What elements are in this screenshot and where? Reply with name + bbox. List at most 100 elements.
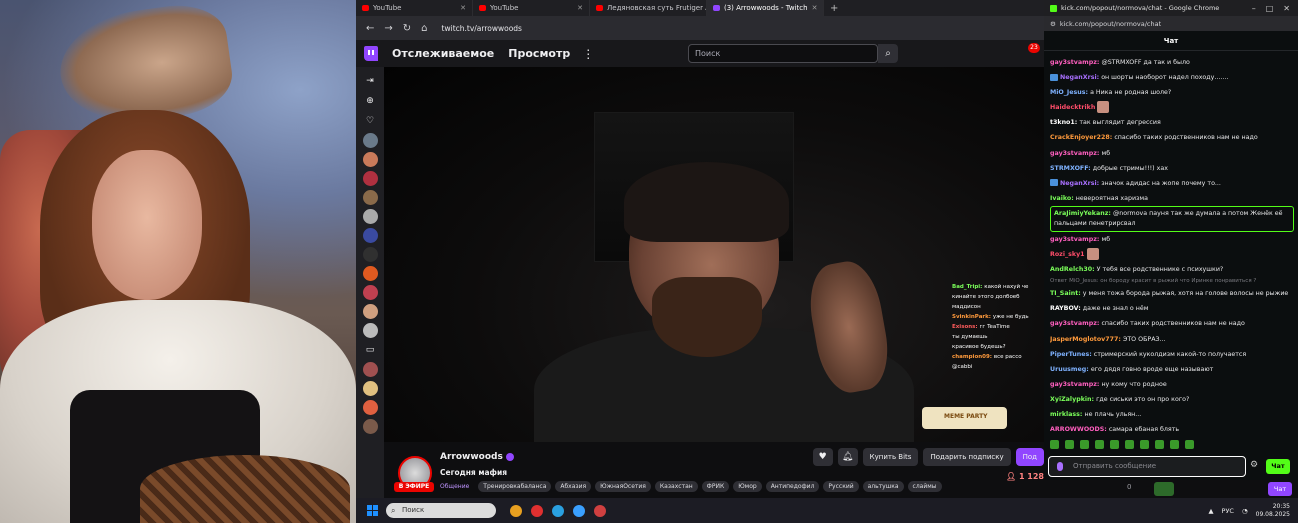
gear-icon[interactable]: ⚙︎ [1250,460,1258,470]
sidebar-channel-avatar[interactable] [362,362,378,377]
video-player[interactable]: Bad_Tripi: какой нахуй че кинайте этого д… [384,67,1044,442]
chat-message[interactable]: ARROWWOODS: самара ебаная блять [1050,422,1294,437]
chat-username[interactable]: RAYBOV: [1050,305,1081,312]
chat-username[interactable]: NeganXrsi: [1060,74,1099,81]
chat-message[interactable]: Rozi_sky1 [1050,247,1294,262]
chat-message[interactable]: Ivaiko: невероятная харизма [1050,191,1294,206]
minimize-icon[interactable]: – [1252,4,1256,13]
tag-chip[interactable]: Русский [823,481,859,492]
chat-username[interactable]: AndRelch30: [1050,266,1095,273]
chat-input[interactable]: Отправить сообщение [1048,456,1246,477]
close-icon[interactable]: ✕ [812,4,818,12]
emote-icon[interactable] [1140,440,1149,449]
sidebar-channel-avatar[interactable] [362,381,378,396]
sidebar-channel-avatar[interactable] [362,209,378,224]
emote-icon[interactable] [1125,440,1134,449]
emote-icon[interactable] [1050,440,1059,449]
emote-icon[interactable] [1110,440,1119,449]
sidebar-channel-avatar[interactable] [362,190,378,205]
sidebar-channel-avatar[interactable] [362,228,378,243]
chat-message[interactable]: gay3stvampz: мб [1050,232,1294,247]
tag-chip[interactable]: Антипедофил [765,481,820,492]
mic-icon[interactable] [1057,462,1063,471]
sidebar-channel-avatar[interactable] [362,419,378,434]
chat-message[interactable]: NeganXrsi: он шорты наоборот надел поход… [1050,70,1294,85]
app-icon[interactable] [594,504,606,517]
chat-username[interactable]: gay3stvampz: [1050,381,1099,388]
chat-message[interactable]: Ответ MiO_Jesus: он бороду красит в рыжи… [1050,277,1294,286]
sidebar-channel-avatar[interactable] [362,323,378,338]
chat-message[interactable]: TI_Saint: у меня тожа борода рыжая, хотя… [1050,286,1294,301]
channel-name[interactable]: Arrowwoods [440,452,503,462]
chat-message[interactable]: mirklass: не плачь ульян... [1050,407,1294,422]
chat-message[interactable]: STRMXOFF: добрые стримы!!!) хах [1050,161,1294,176]
chat-username[interactable]: mirklass: [1050,411,1082,418]
tag-chip[interactable]: Тренировкабаланса [478,481,552,492]
browser-tab-1[interactable]: YouTube ✕ [473,0,590,16]
chat-message[interactable]: RAYBOV: даже не знал о нём [1050,301,1294,316]
sidebar-channel-avatar[interactable] [362,285,378,300]
forward-icon[interactable]: → [384,23,392,34]
recommended-icon[interactable]: ⊕ [366,93,374,109]
chat-username[interactable]: MiO_Jesus: [1050,89,1088,96]
tag-chip[interactable]: ЮжнаяОсетия [595,481,651,492]
gift-sub-button[interactable]: Подарить подписку [923,448,1011,466]
url-field[interactable]: twitch.tv/arrowwoods [442,24,522,33]
emote-icon[interactable] [1065,440,1074,449]
category-link[interactable]: Общение [440,481,474,492]
app-icon[interactable] [573,504,585,517]
chat-username[interactable]: Ivaiko: [1050,195,1074,202]
chat-username[interactable]: TI_Saint: [1050,290,1081,297]
language-indicator[interactable]: РУС [1222,507,1234,515]
sidebar-channel-avatar[interactable] [362,266,378,281]
nav-following[interactable]: Отслеживаемое [392,47,494,60]
new-tab-icon[interactable]: + [824,3,844,14]
browser-tab-2[interactable]: Ледяновская суть Frutiger Aer...✕ [590,0,707,16]
collapse-icon[interactable]: ⇥ [366,73,374,89]
bell-icon[interactable]: 🔔︎ [837,448,858,466]
tag-chip[interactable]: Казахстан [654,481,698,492]
chat-username[interactable]: gay3stvampz: [1050,150,1099,157]
chat-message[interactable]: gay3stvampz: мб [1050,146,1294,161]
chat-message[interactable]: MiO_Jesus: а Ника не родная шоле? [1050,85,1294,100]
windows-start-icon[interactable] [367,505,378,516]
chat-username[interactable]: Uruusmeg: [1050,366,1089,373]
sidebar-channel-avatar[interactable] [362,133,378,148]
emote-icon[interactable] [1095,440,1104,449]
yandex-icon[interactable] [531,504,543,517]
tune-icon[interactable]: ⚙︎ [1050,20,1056,28]
chat-username[interactable]: XyiZalypkin: [1050,396,1094,403]
twitch-logo-icon[interactable] [364,46,378,61]
back-icon[interactable]: ← [366,23,374,34]
chat-message[interactable]: Uruusmeg: его дядя говно вроде еще назыв… [1050,362,1294,377]
chat-message[interactable]: XyiZalypkin: где сиськи это он про кого? [1050,392,1294,407]
chat-username[interactable]: t3kno1: [1050,119,1077,126]
send-chat-button[interactable]: Чат [1266,459,1290,474]
emote-icon[interactable] [1155,440,1164,449]
browser-tab-3[interactable]: (3) Arrowwoods - Twitch ✕ [707,0,824,16]
chat-username[interactable]: gay3stvampz: [1050,320,1099,327]
tag-chip[interactable]: альтушка [862,481,904,492]
chat-username[interactable]: STRMXOFF: [1050,165,1091,172]
chat-username[interactable]: Rozi_sky1 [1050,251,1085,258]
chat-message[interactable]: gay3stvampz: @STRMXOFF да так и было [1050,55,1294,70]
browser-tab-0[interactable]: YouTube ✕ [356,0,473,16]
chat-username[interactable]: Haidecktrikh [1050,104,1095,111]
chat-message[interactable]: JasperMoglotov777: ЭТО ОБРАЗ... [1050,332,1294,347]
home-icon[interactable]: ⌂ [421,23,427,34]
close-icon[interactable]: ✕ [460,4,466,12]
sidebar-channel-avatar[interactable] [362,400,378,415]
chrome-icon[interactable] [510,504,522,517]
heart-icon[interactable]: ♡ [366,113,374,129]
chat-username[interactable]: ARROWWOODS: [1050,426,1107,433]
tag-chip[interactable]: Юмор [733,481,762,492]
chat-message[interactable]: t3kno1: так выглядит дегрессия [1050,115,1294,130]
kick-url[interactable]: kick.com/popout/normova/chat [1060,20,1161,28]
tag-chip[interactable]: Абхазия [555,481,592,492]
chat-username[interactable]: JasperMoglotov777: [1050,336,1121,343]
search-icon[interactable]: ⌕ [878,44,898,63]
telegram-icon[interactable] [552,504,564,517]
sidebar-channel-avatar[interactable] [362,304,378,319]
chat-message[interactable]: Haidecktrikh [1050,100,1294,115]
search-input[interactable]: Поиск [688,44,878,63]
